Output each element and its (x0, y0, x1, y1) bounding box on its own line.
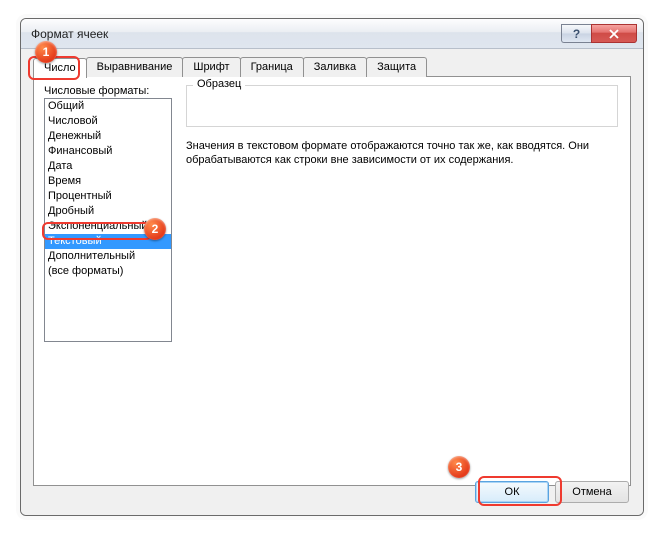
dialog-body: Число Выравнивание Шрифт Граница Заливка… (21, 49, 643, 515)
list-item[interactable]: (все форматы) (45, 264, 171, 279)
tab-font[interactable]: Шрифт (182, 57, 240, 77)
list-item[interactable]: Экспоненциальный (45, 219, 171, 234)
sample-legend: Образец (193, 78, 245, 90)
close-button[interactable] (591, 24, 637, 43)
list-item[interactable]: Дополнительный (45, 249, 171, 264)
list-item[interactable]: Дата (45, 159, 171, 174)
tab-strip: Число Выравнивание Шрифт Граница Заливка… (33, 57, 631, 77)
list-item[interactable]: Финансовый (45, 144, 171, 159)
tab-protection[interactable]: Защита (366, 57, 427, 77)
sample-group: Образец (186, 85, 618, 127)
sample-fieldset: Образец (186, 85, 618, 127)
list-item[interactable]: Числовой (45, 114, 171, 129)
titlebar[interactable]: Формат ячеек ? (21, 19, 643, 49)
tab-number[interactable]: Число (33, 58, 87, 78)
tab-border[interactable]: Граница (240, 57, 304, 77)
list-item[interactable]: Общий (45, 99, 171, 114)
cancel-button[interactable]: Отмена (555, 481, 629, 503)
list-item-selected[interactable]: Текстовый (45, 234, 171, 249)
window-title: Формат ячеек (31, 27, 108, 41)
dialog-buttons: ОК Отмена (475, 481, 629, 503)
help-icon: ? (573, 27, 580, 41)
tab-fill[interactable]: Заливка (303, 57, 367, 77)
tab-alignment[interactable]: Выравнивание (86, 57, 184, 77)
help-button[interactable]: ? (561, 24, 591, 43)
number-formats-listbox[interactable]: Общий Числовой Денежный Финансовый Дата … (44, 98, 172, 342)
window-buttons: ? (561, 24, 637, 43)
format-cells-dialog: Формат ячеек ? Число Выравнивание Шрифт … (20, 18, 644, 516)
list-item[interactable]: Денежный (45, 129, 171, 144)
format-description: Значения в текстовом формате отображаютс… (186, 139, 618, 167)
list-item[interactable]: Время (45, 174, 171, 189)
list-item[interactable]: Дробный (45, 204, 171, 219)
list-item[interactable]: Процентный (45, 189, 171, 204)
close-icon (608, 29, 620, 39)
tab-panel-number: Числовые форматы: Общий Числовой Денежны… (33, 76, 631, 486)
ok-button[interactable]: ОК (475, 481, 549, 503)
